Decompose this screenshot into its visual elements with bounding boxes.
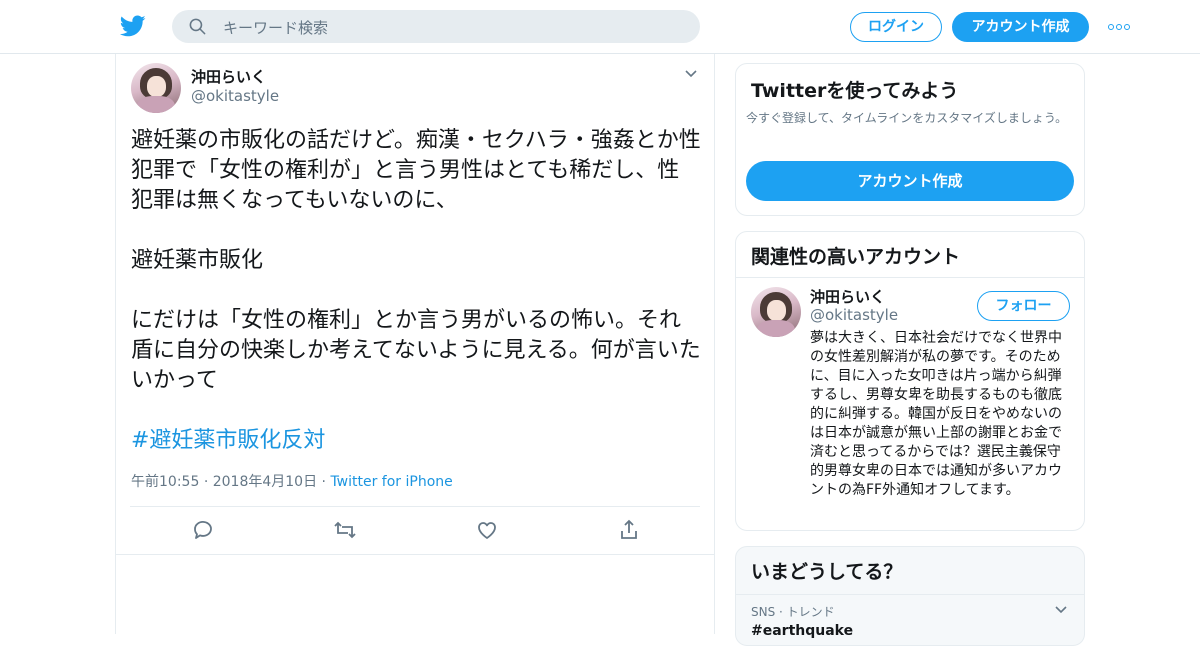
hashtag-link[interactable]: #避妊薬市販化反対: [131, 428, 325, 453]
tweet-time[interactable]: 午前10:55: [131, 474, 199, 490]
signup-button[interactable]: アカウント作成: [952, 12, 1089, 42]
follow-button[interactable]: フォロー: [977, 291, 1070, 321]
related-account-handle[interactable]: @okitastyle: [810, 306, 898, 324]
reply-icon[interactable]: [191, 518, 215, 542]
signup-promo-card: Twitterを使ってみよう 今すぐ登録して、タイムラインをカスタマイズしましょ…: [735, 63, 1085, 216]
divider: [736, 594, 1084, 595]
author-avatar[interactable]: [131, 63, 181, 113]
tweet-detail: 沖田らいく @okitastyle 避妊薬の市販化の話だけど。痴漢・セクハラ・強…: [115, 54, 715, 634]
related-card-title: 関連性の高いアカウント: [751, 246, 961, 268]
tweet-body: 避妊薬の市販化の話だけど。痴漢・セクハラ・強姦とか性犯罪で「女性の権利が」と言う…: [131, 128, 701, 393]
tweet-source-link[interactable]: Twitter for iPhone: [330, 474, 452, 490]
divider: [736, 277, 1084, 278]
search-field[interactable]: キーワード検索: [172, 10, 700, 43]
retweet-icon[interactable]: [333, 518, 357, 542]
trends-card: いまどうしてる？ SNS · トレンド #earthquake: [735, 546, 1085, 646]
trends-card-title: いまどうしてる？: [751, 561, 903, 583]
create-account-button[interactable]: アカウント作成: [746, 161, 1074, 201]
trend-category: SNS · トレンド: [751, 605, 835, 619]
twitter-bird-logo-icon[interactable]: [120, 13, 146, 39]
related-account-avatar[interactable]: [751, 287, 801, 337]
login-button[interactable]: ログイン: [850, 12, 942, 42]
author-name[interactable]: 沖田らいく: [191, 66, 266, 87]
share-icon[interactable]: [617, 518, 641, 542]
more-options-icon[interactable]: [1108, 24, 1130, 30]
meta-separator: ·: [203, 474, 213, 490]
like-heart-icon[interactable]: [475, 518, 499, 542]
related-accounts-card: 関連性の高いアカウント 沖田らいく @okitastyle フォロー 夢は大きく…: [735, 231, 1085, 531]
tweet-metadata: 午前10:55 · 2018年4月10日 · Twitter for iPhon…: [131, 471, 453, 491]
tweet-actions: [116, 518, 716, 546]
signup-card-subtitle: 今すぐ登録して、タイムラインをカスタマイズしましょう。: [746, 111, 1068, 125]
search-icon: [189, 18, 206, 35]
search-placeholder: キーワード検索: [223, 19, 329, 37]
top-navigation-bar: キーワード検索 ログイン アカウント作成: [0, 0, 1200, 54]
chevron-down-icon[interactable]: [684, 69, 698, 79]
signup-card-title: Twitterを使ってみよう: [751, 80, 959, 102]
tweet-date[interactable]: 2018年4月10日: [213, 474, 317, 490]
tweet-text: 避妊薬の市販化の話だけど。痴漢・セクハラ・強姦とか性犯罪で「女性の権利が」と言う…: [131, 126, 701, 456]
author-handle[interactable]: @okitastyle: [191, 87, 279, 105]
trend-item[interactable]: #earthquake: [751, 623, 853, 639]
chevron-down-icon[interactable]: [1054, 605, 1068, 615]
divider: [130, 506, 700, 507]
divider: [116, 554, 714, 555]
related-account-bio: 夢は大きく、日本社会だけでなく世界中の女性差別解消が私の夢です。そのために、目に…: [810, 330, 1062, 498]
related-account-name[interactable]: 沖田らいく: [810, 286, 885, 307]
